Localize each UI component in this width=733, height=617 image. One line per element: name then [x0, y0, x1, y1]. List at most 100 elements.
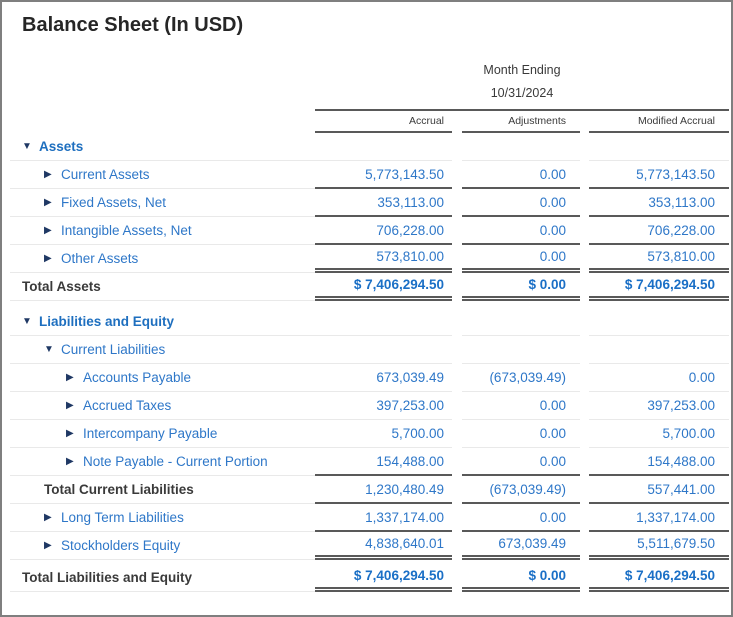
report-row-total-current-liabilities: Total Current Liabilities1,230,480.49(67… [10, 476, 731, 504]
column-gap [452, 245, 462, 273]
amount-value[interactable]: 0.00 [540, 167, 566, 182]
column-gap [452, 476, 462, 504]
value-cell: 0.00 [462, 448, 580, 476]
report-row-liabilities-and-equity: ▼Liabilities and Equity [10, 308, 731, 336]
triangle-right-icon[interactable]: ▶ [44, 513, 61, 523]
triangle-down-icon[interactable]: ▼ [22, 317, 39, 327]
value-cell: 5,773,143.50 [315, 161, 452, 189]
amount-value[interactable]: 353,113.00 [648, 195, 715, 210]
amount-value[interactable]: 154,488.00 [376, 454, 444, 469]
row-label[interactable]: Long Term Liabilities [61, 510, 184, 525]
amount-value[interactable]: 0.00 [540, 249, 566, 264]
row-label-cell: ▼Current Liabilities [10, 336, 315, 364]
report-header: Month Ending 10/31/2024 Accrual Adjustme… [10, 63, 731, 133]
amount-value[interactable]: 557,441.00 [647, 482, 715, 497]
amount-value[interactable]: 0.00 [540, 510, 566, 525]
amount-value[interactable]: 4,838,640.01 [365, 536, 444, 551]
column-gap [452, 273, 462, 301]
amount-value[interactable]: 0.00 [540, 195, 566, 210]
triangle-right-icon[interactable]: ▶ [44, 254, 61, 264]
triangle-right-icon[interactable]: ▶ [66, 457, 83, 467]
report-rows: ▼Assets▶Current Assets5,773,143.500.005,… [10, 133, 731, 592]
column-gap [580, 392, 589, 420]
amount-value[interactable]: 673,039.49 [498, 536, 566, 551]
amount-value[interactable]: 706,228.00 [647, 223, 715, 238]
row-label[interactable]: Intangible Assets, Net [61, 223, 192, 238]
triangle-right-icon[interactable]: ▶ [66, 401, 83, 411]
row-label-cell: Total Liabilities and Equity [10, 564, 315, 592]
row-label-cell: ▶Current Assets [10, 161, 315, 189]
column-gap [580, 273, 589, 301]
value-cell: 0.00 [462, 392, 580, 420]
value-cell: 353,113.00 [315, 189, 452, 217]
amount-value[interactable]: 0.00 [540, 223, 566, 238]
amount-value[interactable]: (673,039.49) [489, 370, 566, 385]
column-gap [452, 111, 462, 133]
row-label-cell: Total Assets [10, 273, 315, 301]
value-cell: 1,230,480.49 [315, 476, 452, 504]
amount-value[interactable]: 0.00 [689, 370, 715, 385]
report-row-current-liabilities: ▼Current Liabilities [10, 336, 731, 364]
triangle-right-icon[interactable]: ▶ [44, 541, 61, 551]
row-label[interactable]: Current Liabilities [61, 342, 165, 357]
row-label[interactable]: Stockholders Equity [61, 538, 180, 553]
amount-value[interactable]: 5,511,679.50 [637, 536, 715, 551]
row-label[interactable]: Accounts Payable [83, 370, 191, 385]
amount-value[interactable]: 573,810.00 [647, 249, 715, 264]
value-cell [462, 308, 580, 336]
amount-value[interactable]: 1,230,480.49 [365, 482, 444, 497]
amount-value[interactable]: 0.00 [540, 398, 566, 413]
row-label[interactable]: Current Assets [61, 167, 150, 182]
triangle-down-icon[interactable]: ▼ [44, 345, 61, 355]
amount-value[interactable]: 5,700.00 [391, 426, 444, 441]
value-cell: 706,228.00 [589, 217, 729, 245]
amount-value[interactable]: $ 0.00 [528, 568, 566, 583]
amount-value[interactable]: 5,773,143.50 [636, 167, 715, 182]
row-label[interactable]: Accrued Taxes [83, 398, 171, 413]
amount-value[interactable]: 397,253.00 [376, 398, 444, 413]
column-gap [580, 133, 589, 161]
amount-value[interactable]: 154,488.00 [647, 454, 715, 469]
triangle-right-icon[interactable]: ▶ [44, 170, 61, 180]
row-label[interactable]: Assets [39, 139, 83, 154]
numeric-header: Month Ending 10/31/2024 Accrual Adjustme… [315, 63, 729, 133]
amount-value[interactable]: $ 7,406,294.50 [354, 277, 444, 292]
row-label[interactable]: Liabilities and Equity [39, 314, 174, 329]
amount-value[interactable]: $ 0.00 [528, 277, 566, 292]
amount-value[interactable]: $ 7,406,294.50 [625, 277, 715, 292]
triangle-right-icon[interactable]: ▶ [66, 429, 83, 439]
triangle-right-icon[interactable]: ▶ [44, 226, 61, 236]
value-cell [589, 336, 729, 364]
amount-value[interactable]: (673,039.49) [489, 482, 566, 497]
amount-value[interactable]: 706,228.00 [376, 223, 444, 238]
triangle-down-icon[interactable]: ▼ [22, 142, 39, 152]
column-gap [580, 504, 589, 532]
column-gap [452, 161, 462, 189]
value-cell: (673,039.49) [462, 476, 580, 504]
amount-value[interactable]: $ 7,406,294.50 [354, 568, 444, 583]
amount-value[interactable]: 673,039.49 [376, 370, 444, 385]
amount-value[interactable]: 5,773,143.50 [365, 167, 444, 182]
row-label[interactable]: Note Payable - Current Portion [83, 454, 268, 469]
triangle-right-icon[interactable]: ▶ [66, 373, 83, 383]
amount-value[interactable]: 1,337,174.00 [636, 510, 715, 525]
amount-value[interactable]: $ 7,406,294.50 [625, 568, 715, 583]
value-cell: 5,700.00 [315, 420, 452, 448]
value-cell: 673,039.49 [462, 532, 580, 560]
row-label[interactable]: Intercompany Payable [83, 426, 217, 441]
report-row-accounts-payable: ▶Accounts Payable 673,039.49 (673,039.49) 0… [10, 364, 731, 392]
amount-value[interactable]: 353,113.00 [377, 195, 444, 210]
row-label[interactable]: Other Assets [61, 251, 138, 266]
period-label: Month Ending [315, 63, 729, 77]
amount-value[interactable]: 397,253.00 [647, 398, 715, 413]
page-title: Balance Sheet (In USD) [22, 14, 731, 37]
amount-value[interactable]: 0.00 [540, 454, 566, 469]
triangle-right-icon[interactable]: ▶ [44, 198, 61, 208]
value-cell: 5,773,143.50 [589, 161, 729, 189]
amount-value[interactable]: 5,700.00 [662, 426, 715, 441]
row-label-cell: ▶Intercompany Payable [10, 420, 315, 448]
amount-value[interactable]: 573,810.00 [376, 249, 444, 264]
amount-value[interactable]: 1,337,174.00 [365, 510, 444, 525]
row-label[interactable]: Fixed Assets, Net [61, 195, 166, 210]
amount-value[interactable]: 0.00 [540, 426, 566, 441]
